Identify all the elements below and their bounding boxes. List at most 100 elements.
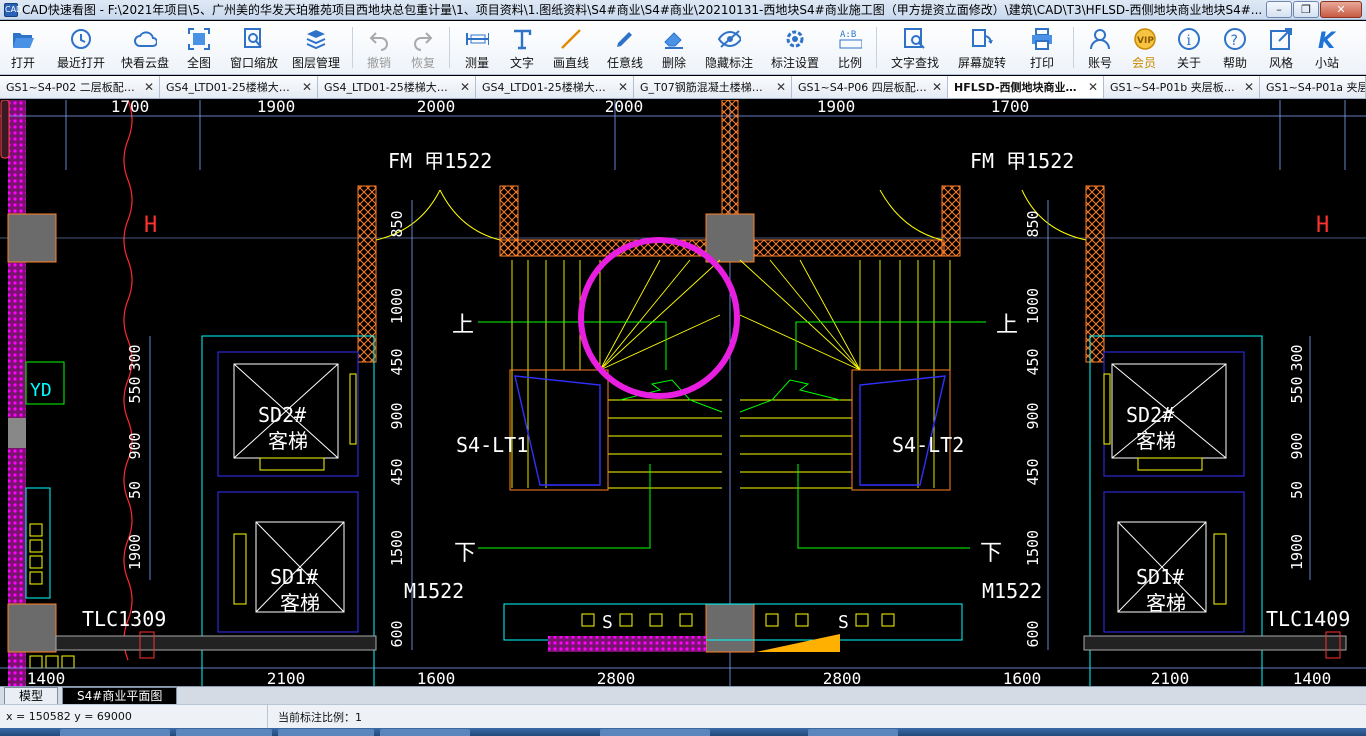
center-right-vertical-dimension: 850 (1024, 210, 1042, 237)
window-controls: – ❐ ✕ (1265, 1, 1362, 18)
toolbar-printer-button[interactable]: 打印 (1015, 21, 1069, 75)
toolbar-eraser-button[interactable]: 删除 (652, 21, 696, 75)
toolbar-info-button[interactable]: i 关于 (1166, 21, 1212, 75)
close-tab-icon[interactable]: ✕ (1244, 80, 1254, 94)
measure-icon (465, 27, 489, 51)
title-bar: CAD CAD快速看图 - F:\2021年项目\5、广州美的华发天珀雅苑项目西… (0, 0, 1366, 20)
center-right-vertical-dimension: 1500 (1024, 530, 1042, 566)
layout-tab[interactable]: 模型 (4, 687, 59, 704)
toolbar-measure-button[interactable]: 测量 (454, 21, 500, 75)
drawing-canvas[interactable]: 1700 1900 2000 2000 1900 1700 H H 上 上 下 … (0, 100, 1366, 686)
clock-history-icon (69, 27, 93, 51)
scale-icon: A:B (838, 27, 862, 51)
taskbar-item[interactable] (808, 729, 898, 736)
doc-tab[interactable]: GS4_LTD01-25楼梯大… ✕ (318, 76, 476, 98)
doc-tab[interactable]: GS4_LTD01-25楼梯大… ✕ (476, 76, 634, 98)
annotation-settings-icon (783, 27, 807, 51)
toolbar-freehand-button[interactable]: 任意线 (598, 21, 652, 75)
toolbar-fit-all-button[interactable]: 全图 (174, 21, 224, 75)
toolbar-window-zoom-button[interactable]: 窗口缩放 (224, 21, 284, 75)
doc-tab[interactable]: GS1~S4-P06 四层板配… ✕ (792, 76, 948, 98)
redo-icon (411, 27, 435, 51)
taskbar-item[interactable] (60, 729, 170, 736)
cad-drawing[interactable]: 1700 1900 2000 2000 1900 1700 H H 上 上 下 … (0, 100, 1366, 686)
toolbar-vip-button[interactable]: VIP 会员 (1122, 21, 1166, 75)
toolbar-scale-button[interactable]: A:B 比例 (828, 21, 872, 75)
vertical-scroll-hint[interactable] (0, 100, 10, 160)
toolbar-button-label: 窗口缩放 (229, 56, 278, 70)
bottom-dimension-text: 2800 (597, 669, 636, 686)
taskbar-item[interactable] (176, 729, 272, 736)
center-left-vertical-dimension: 900 (388, 402, 406, 429)
toolbar-folder-open-button[interactable]: 打开 (0, 21, 46, 75)
elevator-right-group: SD2# 客梯 SD1# 客梯 (1089, 335, 1263, 686)
toolbar-eye-hide-button[interactable]: 隐藏标注 (696, 21, 762, 75)
taskbar-item[interactable] (600, 729, 710, 736)
toolbar-help-button[interactable]: ? 帮助 (1212, 21, 1258, 75)
toolbar-button-label: 任意线 (606, 56, 643, 70)
toolbar-rotate-screen-button[interactable]: 屏幕旋转 (949, 21, 1015, 75)
toolbar-text-search-button[interactable]: 文字查找 (881, 21, 949, 75)
toolbar-button-label: 账号 (1087, 56, 1112, 70)
toolbar-separator (1073, 27, 1074, 68)
left-vertical-dimension: 550 (126, 376, 144, 403)
close-button[interactable]: ✕ (1320, 1, 1362, 18)
vip-icon: VIP (1132, 27, 1156, 51)
toolbar-line-button[interactable]: 画直线 (544, 21, 598, 75)
toolbar-button-label: 隐藏标注 (704, 56, 753, 70)
center-left-vertical-dimension: 850 (388, 210, 406, 237)
toolbar-user-button[interactable]: 账号 (1078, 21, 1122, 75)
svg-text:A:B: A:B (840, 30, 856, 40)
axis-mark-left: H (144, 213, 157, 238)
left-vertical-dimension: 1900 (126, 534, 144, 570)
close-tab-icon[interactable]: ✕ (1088, 80, 1098, 94)
toolbar-button-label: 打印 (1029, 56, 1054, 70)
close-tab-icon[interactable]: ✕ (618, 80, 628, 94)
stair-up-left: 上 (452, 313, 474, 338)
style-icon (1269, 27, 1293, 51)
close-tab-icon[interactable]: ✕ (460, 80, 470, 94)
doc-tab[interactable]: GS1~S4-P02 二层板配… ✕ (0, 76, 160, 98)
layout-tab[interactable]: S4#商业平面图 (62, 687, 178, 704)
toolbar-style-button[interactable]: 风格 (1258, 21, 1304, 75)
doc-tab-label: GS1~S4-P01a 夹层 (1266, 81, 1365, 94)
freehand-icon (613, 27, 637, 51)
toolbar-button-label: 测量 (464, 56, 489, 70)
right-vertical-dimension: 900 (1288, 432, 1306, 459)
restore-button[interactable]: ❐ (1293, 1, 1319, 18)
doc-tab-label: GS1~S4-P06 四层板配… (798, 81, 927, 94)
toolbar-cloud-button[interactable]: 快看云盘 (116, 21, 174, 75)
close-tab-icon[interactable]: ✕ (144, 80, 154, 94)
doc-tab-label: G_T07钢筋混凝土楼梯… (640, 81, 763, 94)
doc-tab[interactable]: GS4_LTD01-25楼梯大… ✕ (160, 76, 318, 98)
doc-tab[interactable]: GS1~S4-P01b 夹层板… ✕ (1104, 76, 1260, 98)
toolbar-annotation-settings-button[interactable]: 标注设置 (762, 21, 828, 75)
bottom-dimension-text: 1400 (27, 669, 66, 686)
center-left-vertical-dimension: 450 (388, 458, 406, 485)
close-tab-icon[interactable]: ✕ (776, 80, 786, 94)
os-taskbar (0, 728, 1366, 736)
toolbar-layers-button[interactable]: 图层管理 (284, 21, 348, 75)
svg-text:K: K (1318, 29, 1337, 51)
doc-tab[interactable]: GS1~S4-P01a 夹层 (1260, 76, 1366, 98)
elevator-sd1-right-sub: 客梯 (1146, 591, 1186, 615)
right-vertical-dimension: 300 (1288, 344, 1306, 371)
minimize-button[interactable]: – (1266, 1, 1292, 18)
toolbar-button-label: 小站 (1314, 56, 1339, 70)
toolbar-clock-history-button[interactable]: 最近打开 (46, 21, 116, 75)
toolbar-text-button[interactable]: 文字 (500, 21, 544, 75)
bottom-dimension-text: 2100 (267, 669, 306, 686)
svg-text:i: i (1187, 33, 1192, 49)
toolbar-k-logo-button[interactable]: K 小站 (1304, 21, 1350, 75)
elevator-sd1-right-label: SD1# (1136, 565, 1184, 589)
doc-tab[interactable]: G_T07钢筋混凝土楼梯… ✕ (634, 76, 792, 98)
taskbar-item[interactable] (380, 729, 470, 736)
close-tab-icon[interactable]: ✕ (932, 80, 942, 94)
bottom-dimension-text: 1400 (1293, 669, 1332, 686)
toolbar-button-label: 会员 (1131, 56, 1156, 70)
taskbar-item[interactable] (278, 729, 374, 736)
doc-tab[interactable]: HFLSD-西侧地块商业… ✕ (948, 76, 1104, 98)
close-tab-icon[interactable]: ✕ (302, 80, 312, 94)
center-right-vertical-dimension: 450 (1024, 348, 1042, 375)
svg-text:?: ? (1231, 33, 1238, 49)
